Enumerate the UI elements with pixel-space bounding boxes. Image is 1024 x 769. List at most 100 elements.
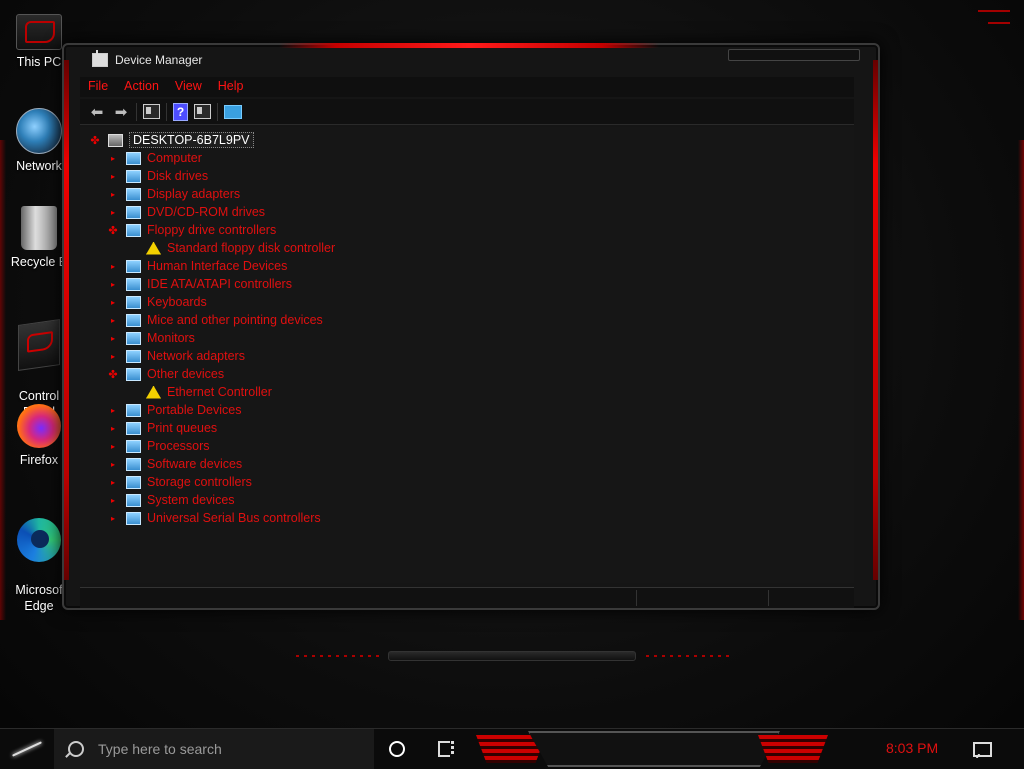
tree-item[interactable]: ▸ DVD/CD-ROM drives — [108, 203, 265, 221]
expand-icon[interactable]: ▸ — [108, 459, 118, 469]
update-driver-icon[interactable] — [194, 104, 211, 119]
search-box[interactable]: Type here to search — [54, 729, 374, 769]
monitor-scan-icon[interactable] — [224, 104, 242, 119]
tree-item-label: Human Interface Devices — [147, 259, 288, 273]
decoration-bar — [388, 651, 636, 661]
menu-view[interactable]: View — [167, 77, 210, 97]
floppy-controller-icon — [126, 223, 141, 237]
expand-icon[interactable]: ▸ — [108, 207, 118, 217]
cortana-icon[interactable] — [389, 741, 405, 757]
help-icon[interactable]: ? — [173, 102, 188, 121]
expand-icon[interactable]: ▸ — [108, 171, 118, 181]
printer-icon — [126, 421, 141, 435]
expand-icon[interactable]: ▸ — [108, 495, 118, 505]
tree-item-label: Software devices — [147, 457, 243, 471]
collapse-icon[interactable]: ✤ — [108, 225, 118, 237]
status-divider — [768, 590, 769, 606]
corner-decoration — [988, 22, 1010, 24]
tree-item-label: Computer — [147, 151, 202, 165]
window-controls[interactable] — [728, 49, 860, 61]
tree-item[interactable]: ▸ Human Interface Devices — [108, 257, 287, 275]
taskbar-clock[interactable]: 8:03 PM — [886, 740, 938, 756]
mouse-icon — [126, 313, 141, 327]
menu-action[interactable]: Action — [116, 77, 167, 97]
tree-item-label: Processors — [147, 439, 210, 453]
tree-item-label: Portable Devices — [147, 403, 242, 417]
expand-icon[interactable]: ▸ — [108, 153, 118, 163]
tree-item[interactable]: ▸ Computer — [108, 149, 202, 167]
tree-item-label: Network adapters — [147, 349, 245, 363]
corner-decoration — [978, 10, 1010, 12]
tree-root[interactable]: ✤ DESKTOP-6B7L9PV — [90, 131, 254, 149]
expand-icon[interactable]: ▸ — [108, 189, 118, 199]
tree-item[interactable]: ▸ Universal Serial Bus controllers — [108, 509, 321, 527]
this-pc-icon — [16, 14, 62, 50]
display-adapter-icon — [126, 187, 141, 201]
title-bar[interactable]: Device Manager — [92, 50, 203, 69]
collapse-icon[interactable]: ✤ — [108, 369, 118, 381]
expand-icon[interactable]: ▸ — [108, 297, 118, 307]
tree-item[interactable]: ▸ Keyboards — [108, 293, 207, 311]
tree-child-item[interactable]: Ethernet Controller — [146, 383, 272, 401]
tree-item[interactable]: ▸ Software devices — [108, 455, 242, 473]
collapse-icon[interactable]: ✤ — [90, 135, 100, 147]
expand-icon[interactable]: ▸ — [108, 333, 118, 343]
notification-icon[interactable] — [973, 742, 992, 757]
taskbar: Type here to search 8:03 PM — [0, 728, 1024, 769]
start-button[interactable] — [0, 729, 54, 769]
tree-item[interactable]: ✤ Other devices — [108, 365, 224, 383]
expand-icon[interactable]: ▸ — [108, 423, 118, 433]
window-title: Device Manager — [115, 53, 203, 67]
window-right-accent — [873, 60, 878, 580]
properties-icon[interactable] — [143, 104, 160, 119]
tree-item[interactable]: ▸ Display adapters — [108, 185, 240, 203]
tree-item-label: Floppy drive controllers — [147, 223, 277, 237]
tree-item[interactable]: ▸ Storage controllers — [108, 473, 252, 491]
status-bar — [80, 587, 854, 608]
system-device-icon — [126, 493, 141, 507]
tree-item[interactable]: ▸ System devices — [108, 491, 235, 509]
tree-item-label: Print queues — [147, 421, 218, 435]
back-arrow-icon[interactable]: ⬅ — [88, 103, 106, 121]
taskbar-red-accent — [758, 735, 828, 763]
keyboard-icon — [126, 295, 141, 309]
expand-icon[interactable]: ▸ — [108, 315, 118, 325]
device-manager-window: Device Manager File Action View Help ⬅ ➡… — [62, 43, 880, 610]
expand-icon[interactable]: ▸ — [108, 351, 118, 361]
portable-device-icon — [126, 403, 141, 417]
tree-item[interactable]: ▸ Network adapters — [108, 347, 245, 365]
forward-arrow-icon[interactable]: ➡ — [112, 103, 130, 121]
tree-item[interactable]: ▸ Print queues — [108, 419, 217, 437]
computer-icon — [126, 151, 141, 165]
expand-icon[interactable]: ▸ — [108, 441, 118, 451]
start-logo-icon — [12, 741, 42, 757]
tree-child-item[interactable]: Standard floppy disk controller — [146, 239, 335, 257]
computer-root-icon — [108, 133, 123, 147]
task-view-icon[interactable] — [438, 741, 454, 757]
menu-help[interactable]: Help — [210, 77, 252, 97]
tree-item-label: Universal Serial Bus controllers — [147, 511, 321, 525]
tree-item[interactable]: ▸ Disk drives — [108, 167, 208, 185]
tree-item[interactable]: ▸ Monitors — [108, 329, 195, 347]
expand-icon[interactable]: ▸ — [108, 405, 118, 415]
status-divider — [636, 590, 637, 606]
other-devices-icon — [126, 367, 141, 381]
tree-item[interactable]: ▸ IDE ATA/ATAPI controllers — [108, 275, 292, 293]
expand-icon[interactable]: ▸ — [108, 279, 118, 289]
tree-item[interactable]: ▸ Mice and other pointing devices — [108, 311, 323, 329]
search-placeholder: Type here to search — [98, 741, 222, 757]
expand-icon[interactable]: ▸ — [108, 477, 118, 487]
tree-item-label: System devices — [147, 493, 235, 507]
tree-child-label: Ethernet Controller — [167, 385, 272, 399]
tree-item[interactable]: ✤ Floppy drive controllers — [108, 221, 276, 239]
expand-icon[interactable]: ▸ — [108, 261, 118, 271]
tree-item-label: Disk drives — [147, 169, 209, 183]
storage-controller-icon — [126, 475, 141, 489]
window-top-accent — [279, 43, 659, 48]
expand-icon[interactable]: ▸ — [108, 513, 118, 523]
toolbar-separator — [217, 102, 218, 121]
firefox-icon — [17, 404, 61, 448]
tree-item[interactable]: ▸ Processors — [108, 437, 210, 455]
menu-file[interactable]: File — [80, 77, 116, 97]
tree-item[interactable]: ▸ Portable Devices — [108, 401, 242, 419]
